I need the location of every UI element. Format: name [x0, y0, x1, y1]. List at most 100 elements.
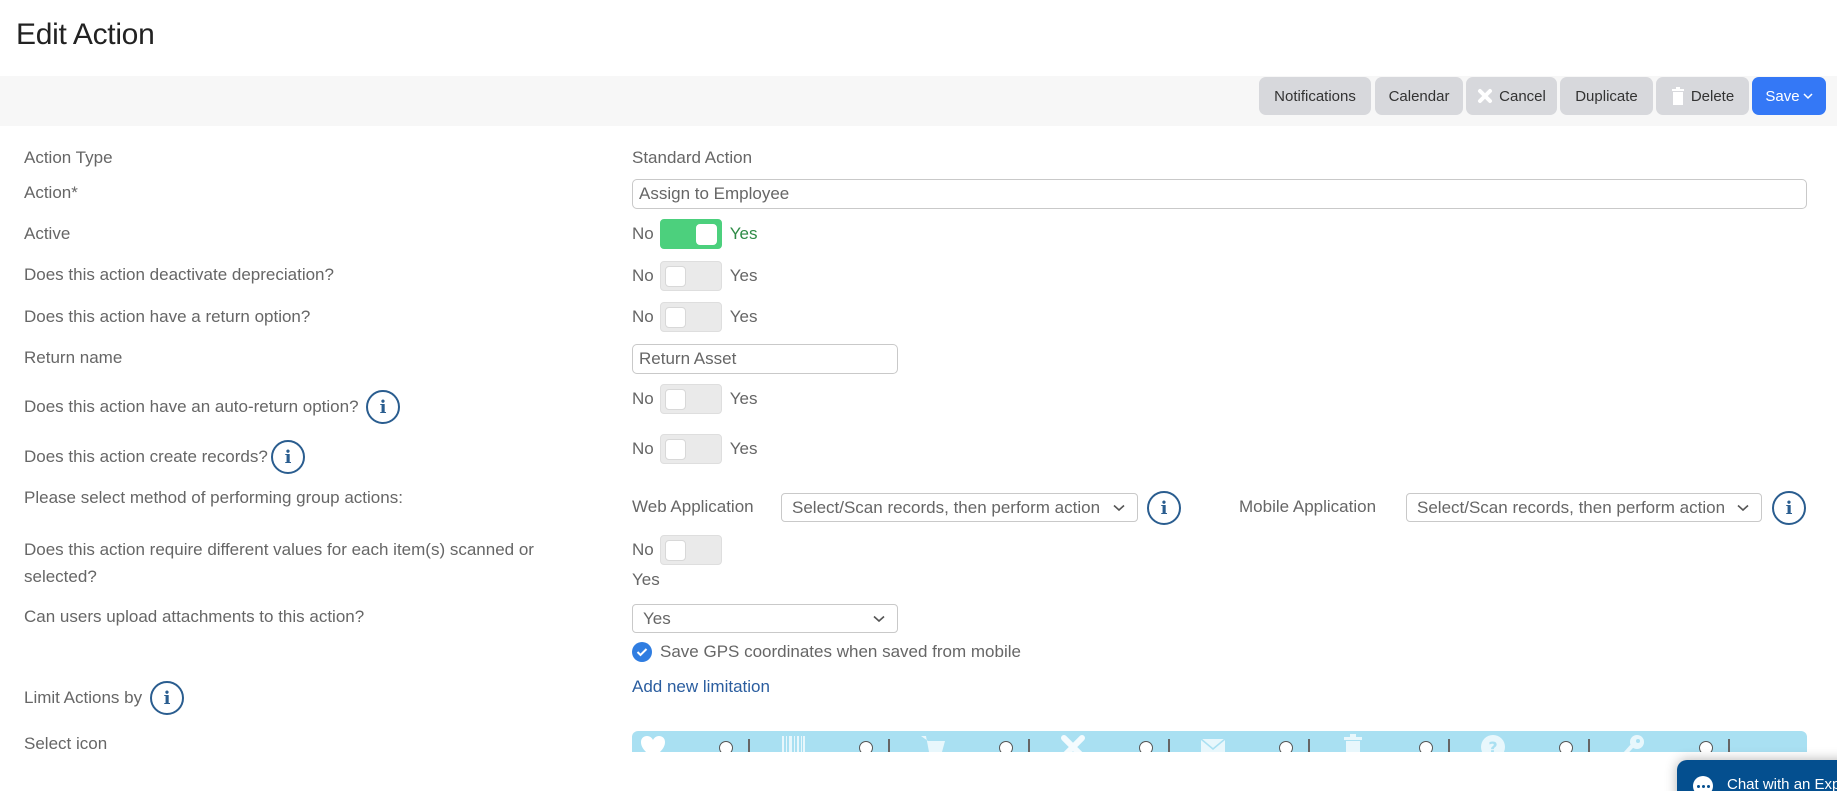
return-name-label: Return name — [24, 348, 123, 367]
icon-radio[interactable] — [719, 741, 733, 752]
icon-option — [912, 731, 1052, 752]
toggle-knob — [664, 540, 686, 561]
duplicate-button[interactable]: Duplicate — [1560, 77, 1653, 115]
notifications-button[interactable]: Notifications — [1259, 77, 1371, 115]
question-icon: ? — [1481, 735, 1505, 752]
web-application-label: Web Application — [632, 497, 754, 516]
action-type-label: Action Type — [24, 148, 113, 167]
toggle-yes-label: Yes — [729, 224, 758, 243]
toggle-yes-label: Yes — [729, 389, 758, 408]
cart-icon — [921, 736, 945, 752]
divider — [1728, 739, 1730, 752]
toggle-yes-label: Yes — [729, 307, 758, 326]
attachments-label: Can users upload attachments to this act… — [24, 607, 365, 626]
deactivate-depreciation-toggle[interactable] — [659, 261, 722, 291]
different-values-toggle-row: No — [632, 535, 722, 565]
calendar-button-label: Calendar — [1388, 87, 1450, 105]
limit-actions-label: Limit Actions by — [24, 688, 143, 707]
duplicate-button-label: Duplicate — [1575, 87, 1638, 105]
attachments-select-value: Yes — [643, 608, 671, 628]
chevron-down-icon — [1113, 501, 1127, 515]
icon-option — [1332, 731, 1472, 752]
web-application-select-value: Select/Scan records, then perform action — [792, 497, 1101, 517]
icon-radio[interactable] — [1279, 741, 1293, 752]
return-option-toggle[interactable] — [659, 302, 722, 332]
svg-text:?: ? — [1488, 738, 1497, 752]
icon-picker: ? — [632, 731, 1807, 752]
action-type-value: Standard Action — [632, 148, 753, 167]
icon-option — [1612, 731, 1752, 752]
gps-checkbox-label: Save GPS coordinates when saved from mob… — [660, 642, 1021, 661]
toggle-no-label: No — [632, 266, 654, 285]
gps-checkbox[interactable] — [632, 642, 652, 662]
icon-radio[interactable] — [1559, 741, 1573, 752]
icon-radio[interactable] — [999, 741, 1013, 752]
toggle-knob — [664, 307, 686, 328]
toggle-knob — [664, 266, 686, 287]
web-application-select[interactable]: Select/Scan records, then perform action — [781, 493, 1138, 522]
web-application-info-icon[interactable]: i — [1147, 491, 1181, 525]
active-toggle[interactable] — [659, 219, 722, 249]
create-records-label: Does this action create records? — [24, 447, 268, 466]
divider — [1028, 739, 1030, 752]
toggle-no-label: No — [632, 389, 654, 408]
add-new-limitation-link[interactable]: Add new limitation — [632, 677, 770, 697]
mobile-application-info-icon[interactable]: i — [1772, 491, 1806, 525]
mobile-application-select[interactable]: Select/Scan records, then perform action — [1406, 493, 1762, 522]
divider — [1168, 739, 1170, 752]
delete-button[interactable]: Delete — [1656, 77, 1749, 115]
return-option-toggle-row: No Yes — [632, 302, 757, 332]
divider — [1308, 739, 1310, 752]
key-icon — [1623, 735, 1644, 752]
gps-checkbox-row: Save GPS coordinates when saved from mob… — [632, 642, 1021, 662]
icon-radio[interactable] — [1699, 741, 1713, 752]
mobile-application-label: Mobile Application — [1239, 497, 1377, 516]
chat-widget-label: Chat with an Expert — [1727, 776, 1837, 791]
icon-option — [772, 731, 912, 752]
action-label: Action* — [24, 183, 78, 202]
icon-radio[interactable] — [859, 741, 873, 752]
chat-widget[interactable]: Chat with an Expert — [1677, 760, 1837, 791]
cancel-button-label: Cancel — [1499, 87, 1546, 105]
x-icon — [1061, 735, 1085, 752]
icon-option — [632, 731, 772, 752]
check-icon — [636, 648, 648, 657]
toggle-yes-label: Yes — [729, 266, 758, 285]
deactivate-depreciation-label: Does this action deactivate depreciation… — [24, 265, 334, 284]
create-records-toggle-row: No Yes — [632, 434, 757, 464]
toggle-no-label: No — [632, 307, 654, 326]
select-icon-label: Select icon — [24, 734, 108, 753]
active-label: Active — [24, 224, 71, 243]
attachments-select[interactable]: Yes — [632, 604, 898, 633]
create-records-toggle[interactable] — [659, 434, 722, 464]
toggle-yes-label: Yes — [632, 570, 660, 589]
envelope-icon — [1200, 738, 1226, 752]
toggle-no-label: No — [632, 439, 654, 458]
mobile-application-select-value: Select/Scan records, then perform action — [1417, 497, 1726, 517]
toggle-no-label: No — [632, 224, 654, 243]
return-option-label: Does this action have a return option? — [24, 307, 311, 326]
divider — [1448, 739, 1450, 752]
trash-icon — [1344, 734, 1362, 752]
icon-option — [1192, 731, 1332, 752]
divider — [888, 739, 890, 752]
divider — [748, 739, 750, 752]
save-button[interactable]: Save — [1752, 77, 1826, 115]
auto-return-toggle-row: No Yes — [632, 384, 757, 414]
chevron-down-icon — [1803, 92, 1813, 100]
toggle-knob — [695, 224, 717, 245]
create-records-info-icon[interactable]: i — [271, 440, 305, 474]
auto-return-info-icon[interactable]: i — [366, 390, 400, 424]
notifications-button-label: Notifications — [1274, 87, 1356, 105]
return-name-input[interactable]: Return Asset — [632, 344, 898, 374]
action-input[interactable]: Assign to Employee — [632, 179, 1807, 209]
different-values-toggle[interactable] — [659, 535, 722, 565]
icon-radio[interactable] — [1419, 741, 1433, 752]
divider — [1588, 739, 1590, 752]
auto-return-toggle[interactable] — [659, 384, 722, 414]
icon-radio[interactable] — [1139, 741, 1153, 752]
calendar-button[interactable]: Calendar — [1375, 77, 1463, 115]
cancel-button[interactable]: Cancel — [1466, 77, 1557, 115]
limit-actions-info-icon[interactable]: i — [150, 681, 184, 715]
chat-bubble-icon — [1693, 776, 1713, 791]
